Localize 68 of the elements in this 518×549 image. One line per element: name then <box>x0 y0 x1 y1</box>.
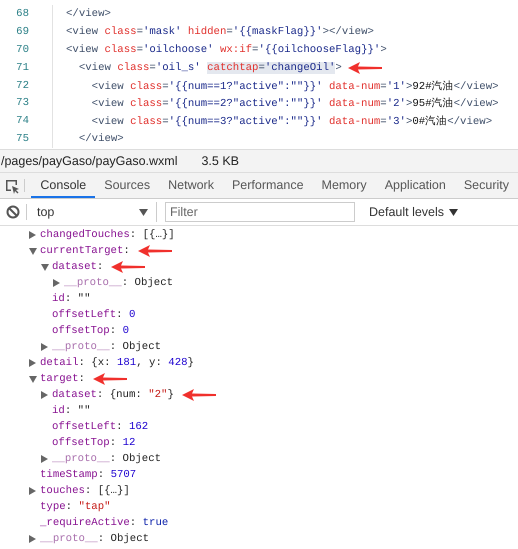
property-line: offsetTop: 0 <box>52 325 129 337</box>
context-select[interactable]: top <box>27 202 157 222</box>
property-line: detail: {x: 181, y: 428} <box>40 357 194 369</box>
code-line: <view class='{{num==2?"active":""}}' data-num='2'>95#汽油</view> <box>90 96 499 110</box>
collapsed-triangle-icon[interactable] <box>41 391 48 399</box>
property-line: __proto__: Object <box>40 533 150 545</box>
panel-tab[interactable]: Sources <box>95 173 160 198</box>
collapsed-triangle-icon[interactable] <box>29 535 36 543</box>
collapsed-triangle-icon[interactable] <box>53 279 60 287</box>
code-line: </view> <box>78 133 124 146</box>
arrow-icon <box>348 62 382 74</box>
dropdown-caret-icon <box>449 209 458 216</box>
property-line: __proto__: Object <box>52 453 162 465</box>
code-line: <view class='{{num==3?"active":""}}' data-num='3'>0#汽油</view> <box>90 114 492 128</box>
collapsed-triangle-icon[interactable] <box>29 487 36 495</box>
clear-console-icon[interactable] <box>6 205 20 219</box>
arrow-icon <box>138 245 172 257</box>
line-number: 70 <box>0 40 53 59</box>
property-line: changedTouches: [{…}] <box>40 229 175 241</box>
code-line: <view class='oilchoose' wx:if='{{oilchooseFlag}}'> <box>66 44 387 56</box>
arrow-icon <box>182 389 216 401</box>
line-number: 74 <box>0 112 53 130</box>
collapsed-triangle-icon[interactable] <box>41 343 48 351</box>
code-line: <view class='mask' hidden='{{maskFlag}}'></view> <box>66 26 374 38</box>
property-line: id: "" <box>52 405 90 417</box>
property-line: offsetLeft: 0 <box>52 309 136 321</box>
property-line: _requireActive: true <box>40 517 168 529</box>
collapsed-triangle-icon[interactable] <box>29 231 36 239</box>
file-size: 3.5 KB <box>201 154 240 168</box>
property-line: currentTarget: <box>40 245 130 257</box>
property-line: dataset: <box>52 261 104 273</box>
property-line: touches: [{…}] <box>40 485 130 497</box>
log-levels-dropdown[interactable]: Default levels <box>363 204 464 220</box>
file-path: /pages/payGaso/payGaso.wxml <box>1 154 178 168</box>
arrow-icon <box>111 261 146 273</box>
property-line: __proto__: Object <box>52 341 162 353</box>
arrow-icon <box>92 373 127 385</box>
property-line: offsetTop: 12 <box>52 437 136 449</box>
expanded-triangle-icon[interactable] <box>29 248 37 254</box>
line-number: 68 <box>0 4 53 23</box>
panel-tab[interactable]: Network <box>159 173 223 198</box>
property-line: timeStamp: 5707 <box>40 469 136 481</box>
line-number: 69 <box>0 22 53 41</box>
property-line: __proto__: Object <box>64 277 174 289</box>
code-line: <view class='oil_s' catchtap='changeOil'> <box>78 62 342 74</box>
collapsed-triangle-icon[interactable] <box>41 455 48 463</box>
panel-tab[interactable]: Console <box>31 173 96 198</box>
property-line: offsetLeft: 162 <box>52 421 148 433</box>
panel-tab[interactable]: Application <box>376 173 455 198</box>
collapsed-triangle-icon[interactable] <box>29 359 36 367</box>
line-number: 73 <box>0 94 53 112</box>
property-line: dataset: {num: "2"} <box>52 389 174 401</box>
dropdown-caret-icon <box>139 209 148 216</box>
expanded-triangle-icon[interactable] <box>41 264 49 270</box>
code-line: </view> <box>66 8 111 20</box>
property-line: id: "" <box>52 293 90 305</box>
line-number: 71 <box>0 58 53 77</box>
property-line: target: <box>40 373 85 385</box>
panel-tab[interactable]: Performance <box>222 173 313 198</box>
code-line: <view class='{{num==1?"active":""}}' data-num='1'>92#汽油</view> <box>90 79 499 92</box>
expanded-triangle-icon[interactable] <box>29 376 37 382</box>
line-number: 75 <box>0 130 53 148</box>
inspect-element-icon[interactable] <box>4 178 20 194</box>
filter-field[interactable]: Filter <box>165 202 355 222</box>
line-number: 72 <box>0 76 53 95</box>
panel-tab[interactable]: Memory <box>312 173 376 198</box>
property-line: type: "tap" <box>40 501 111 513</box>
panel-tab[interactable]: Security <box>454 173 518 198</box>
